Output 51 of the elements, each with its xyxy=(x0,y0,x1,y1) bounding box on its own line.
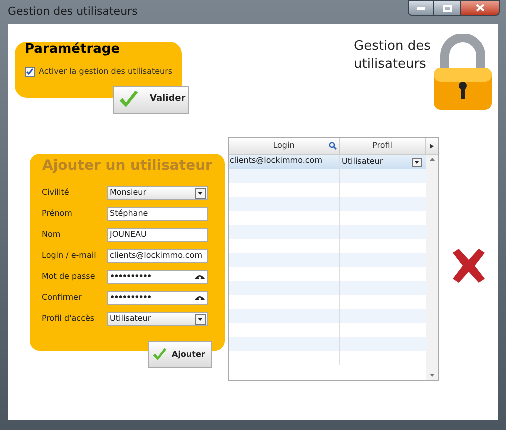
input-field[interactable]: JOUNEAU xyxy=(107,228,208,242)
column-title: Login xyxy=(273,140,295,152)
column-header[interactable]: Profil xyxy=(340,138,426,154)
eye-icon xyxy=(195,274,205,280)
password-field[interactable]: •••••••••• xyxy=(107,291,208,305)
table-row[interactable]: clients@lockimmo.com Utilisateur xyxy=(229,155,426,169)
input-field[interactable]: clients@lockimmo.com xyxy=(107,249,208,263)
eye-icon xyxy=(195,295,205,301)
field-label: Confirmer xyxy=(42,292,83,304)
field-label: Login / e-mail xyxy=(42,250,98,262)
maximize-button[interactable] xyxy=(434,0,460,16)
field-label: Nom xyxy=(42,229,62,241)
close-button[interactable] xyxy=(460,0,500,16)
field-value: clients@lockimmo.com xyxy=(110,250,202,262)
dropdown[interactable]: Monsieur xyxy=(107,186,208,200)
minimize-button[interactable] xyxy=(408,0,434,16)
field-value: •••••••••• xyxy=(110,271,152,283)
field-label: Profil d'accès xyxy=(42,313,96,325)
profile-dropdown[interactable]: Utilisateur xyxy=(340,155,426,169)
checkmark-icon xyxy=(152,346,168,362)
column-header[interactable]: Login xyxy=(229,138,340,154)
window-title: Gestion des utilisateurs xyxy=(8,4,138,20)
scroll-right-icon[interactable] xyxy=(430,144,434,148)
minimize-icon xyxy=(417,6,425,10)
dropdown[interactable]: Utilisateur xyxy=(107,312,208,326)
add-user-title: Ajouter un utilisateur xyxy=(42,157,213,176)
validate-button[interactable]: Valider xyxy=(113,86,189,114)
column-title: Profil xyxy=(372,140,392,152)
settings-title: Paramétrage xyxy=(25,41,122,59)
search-icon[interactable] xyxy=(329,142,337,150)
field-label: Prénom xyxy=(42,208,74,220)
scroll-up-icon[interactable] xyxy=(430,158,434,161)
field-value: JOUNEAU xyxy=(110,229,147,241)
table-cell: Utilisateur xyxy=(342,156,384,168)
add-button[interactable]: Ajouter xyxy=(148,341,212,368)
tick-icon xyxy=(26,68,34,76)
scrollbar[interactable] xyxy=(426,155,438,380)
scroll-down-icon[interactable] xyxy=(430,374,434,377)
checkbox-label: Activer la gestion des utilisateurs xyxy=(39,66,173,78)
input-field[interactable]: Stéphane xyxy=(107,207,208,221)
password-field[interactable]: •••••••••• xyxy=(107,270,208,284)
checkbox[interactable] xyxy=(25,66,35,76)
field-value: Monsieur xyxy=(110,187,147,199)
maximize-icon xyxy=(442,4,452,12)
page-title: Gestion des utilisateurs xyxy=(354,38,432,74)
field-label: Civilité xyxy=(42,187,70,199)
close-icon xyxy=(476,4,484,12)
field-value: •••••••••• xyxy=(110,292,152,304)
field-value: Utilisateur xyxy=(110,313,152,325)
field-label: Mot de passe xyxy=(42,271,96,283)
field-value: Stéphane xyxy=(110,208,148,220)
